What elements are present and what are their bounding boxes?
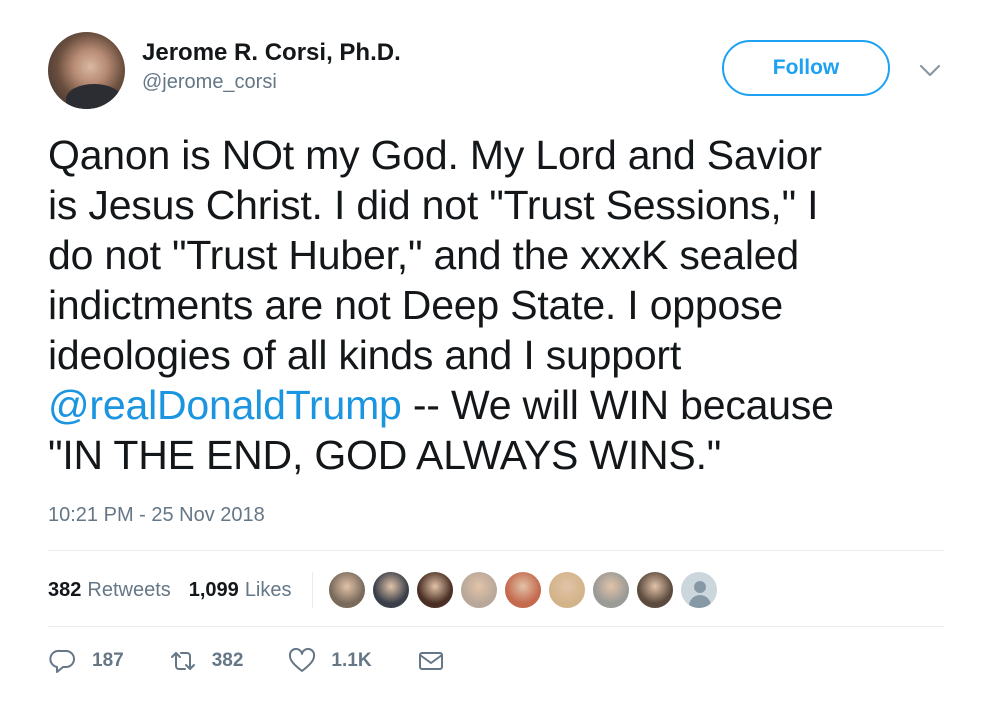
liker-avatar[interactable] — [634, 570, 675, 610]
like-count: 1.1K — [331, 650, 372, 671]
retweets-count: 382 — [48, 578, 82, 601]
liker-avatar[interactable] — [326, 570, 367, 610]
tweet-text-line: "IN THE END, GOD ALWAYS WINS." — [48, 432, 722, 478]
author-handle[interactable]: @jerome_corsi — [142, 68, 401, 96]
tweet-text-line: ideologies of all kinds and I support — [48, 332, 682, 378]
tweet-actions: 187 382 1.1K — [48, 646, 490, 676]
tweet-text-fragment: -- We will WIN because — [401, 382, 834, 428]
liker-avatar[interactable] — [370, 570, 411, 610]
divider — [48, 550, 944, 551]
liker-avatars — [326, 570, 723, 610]
tweet-stats: 382 Retweets 1,099 Likes — [48, 570, 723, 610]
author-avatar[interactable] — [48, 32, 125, 109]
tweet-text-line: @realDonaldTrump -- We will WIN because — [48, 380, 948, 430]
like-button[interactable]: 1.1K — [287, 646, 372, 676]
heart-icon — [289, 647, 316, 672]
retweet-count: 382 — [211, 650, 244, 671]
liker-avatar[interactable] — [414, 570, 455, 610]
tweet-text-line: Qanon is NOt my God. My Lord and Savior — [48, 132, 822, 178]
tweet-text-line: do not "Trust Huber," and the xxxK seale… — [48, 232, 799, 278]
direct-message-button[interactable] — [416, 646, 446, 676]
stats-separator — [311, 572, 313, 608]
tweet-text-line: indictments are not Deep State. I oppose — [48, 282, 784, 328]
default-avatar-icon[interactable] — [678, 570, 719, 610]
retweet-icon — [170, 652, 195, 670]
tweet-text: Qanon is NOt my God. My Lord and Savior … — [48, 130, 948, 480]
author-display-name[interactable]: Jerome R. Corsi, Ph.D. — [142, 38, 401, 68]
tweet-header: Jerome R. Corsi, Ph.D. @jerome_corsi Fol… — [48, 32, 948, 112]
reply-button[interactable]: 187 — [48, 646, 124, 676]
envelope-icon — [418, 652, 443, 670]
chevron-down-icon[interactable] — [918, 62, 942, 80]
follow-button[interactable]: Follow — [722, 40, 890, 96]
retweet-button[interactable]: 382 — [168, 646, 244, 676]
reply-icon — [49, 649, 75, 673]
likes-count: 1,099 — [188, 578, 239, 601]
reply-count: 187 — [92, 650, 124, 671]
tweet-timestamp[interactable]: 10:21 PM - 25 Nov 2018 — [48, 504, 265, 527]
liker-avatar[interactable] — [590, 570, 631, 610]
author-names: Jerome R. Corsi, Ph.D. @jerome_corsi — [142, 38, 401, 96]
divider — [48, 626, 944, 627]
retweets-label: Retweets — [87, 578, 171, 601]
tweet-text-line: is Jesus Christ. I did not "Trust Sessio… — [48, 182, 819, 228]
liker-avatar[interactable] — [458, 570, 499, 610]
likes-stat[interactable]: 1,099 Likes — [189, 579, 292, 602]
retweets-stat[interactable]: 382 Retweets — [48, 579, 171, 602]
liker-avatar[interactable] — [546, 570, 587, 610]
liker-avatar[interactable] — [502, 570, 543, 610]
mention-link[interactable]: @realDonaldTrump — [48, 382, 402, 428]
likes-label: Likes — [244, 578, 292, 601]
